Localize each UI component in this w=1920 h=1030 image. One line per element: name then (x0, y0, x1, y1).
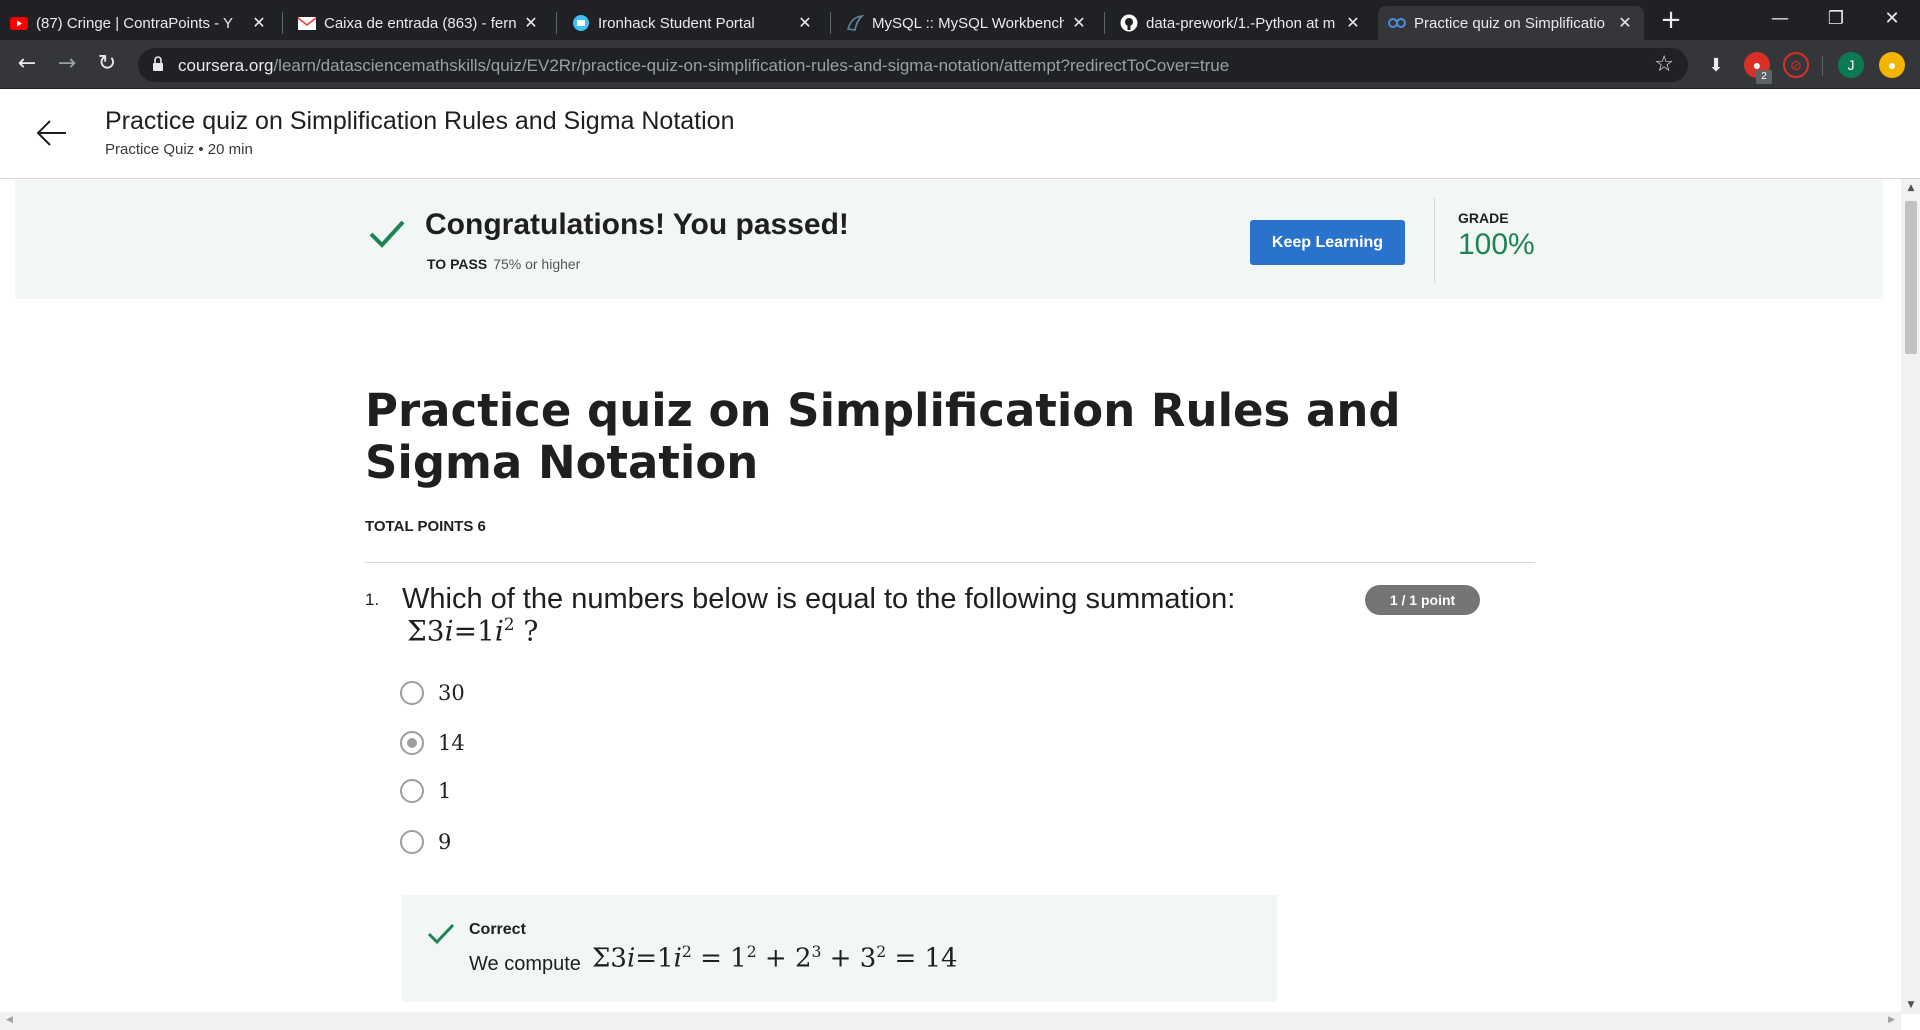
page-header: Practice quiz on Simplification Rules an… (0, 89, 1920, 179)
answer-option[interactable]: 9 (400, 827, 451, 857)
question-text: Which of the numbers below is equal to t… (402, 583, 1236, 615)
option-label: 1 (438, 779, 452, 803)
ironhack-icon (572, 15, 590, 31)
page-subtitle: Practice Quiz • 20 min (105, 141, 253, 158)
tab-title: Caixa de entrada (863) - ferna (324, 14, 516, 32)
browser-tab[interactable]: MySQL :: MySQL Workbench ✕ (836, 6, 1098, 40)
blocker-extension-icon[interactable]: ⊘ (1783, 52, 1809, 78)
close-tab-icon[interactable]: ✕ (796, 13, 814, 33)
tab-title: data-prework/1.-Python at m (1146, 14, 1336, 32)
download-icon[interactable]: ⬇ (1703, 52, 1729, 78)
radio-button[interactable] (400, 779, 424, 803)
close-window-icon[interactable]: ✕ (1864, 0, 1920, 40)
radio-button[interactable] (400, 830, 424, 854)
scroll-right-icon[interactable]: ▶ (1888, 1015, 1895, 1025)
address-bar[interactable]: coursera.org/learn/datasciencemathskills… (138, 48, 1688, 82)
horizontal-scrollbar[interactable]: ◀ ▶ (0, 1012, 1901, 1030)
back-icon[interactable]: ← (12, 50, 42, 80)
page-title: Practice quiz on Simplification Rules an… (105, 107, 735, 135)
total-points: TOTAL POINTS 6 (365, 518, 486, 535)
divider (365, 562, 1535, 563)
pass-threshold: TO PASS 75% or higher (427, 256, 581, 272)
github-icon (1120, 14, 1138, 32)
passed-banner: Congratulations! You passed! TO PASS 75% … (15, 180, 1883, 299)
divider (1434, 198, 1435, 283)
url-text: coursera.org/learn/datasciencemathskills… (178, 56, 1230, 75)
mysql-icon (846, 14, 864, 31)
tab-title: MySQL :: MySQL Workbench (872, 14, 1064, 32)
option-label: 30 (438, 681, 465, 705)
gmail-icon (298, 15, 316, 31)
grade-value: 100% (1458, 228, 1535, 261)
coursera-icon (1388, 15, 1406, 31)
answer-option[interactable]: 30 (400, 678, 465, 708)
back-arrow-icon[interactable] (34, 115, 70, 151)
grade-label: GRADE (1458, 210, 1509, 226)
scroll-left-icon[interactable]: ◀ (6, 1015, 13, 1025)
close-tab-icon[interactable]: ✕ (1616, 13, 1634, 33)
close-tab-icon[interactable]: ✕ (522, 13, 540, 33)
browser-tab[interactable]: (87) Cringe | ContraPoints - Y ✕ (0, 6, 278, 40)
minimize-icon[interactable]: — (1752, 0, 1808, 40)
answer-option[interactable]: 1 (400, 776, 451, 806)
checkmark-icon (367, 214, 407, 254)
tab-title: Ironhack Student Portal (598, 14, 755, 32)
profile-avatar[interactable]: J (1838, 52, 1864, 78)
new-tab-button[interactable]: + (1656, 6, 1686, 36)
scroll-up-icon[interactable]: ▲ (1906, 183, 1916, 193)
browser-tab-active[interactable]: Practice quiz on Simplificatio ✕ (1378, 6, 1644, 40)
close-tab-icon[interactable]: ✕ (250, 13, 268, 33)
vertical-scrollbar[interactable]: ▲ ▼ (1901, 179, 1920, 1014)
radio-button[interactable] (400, 681, 424, 705)
reload-icon[interactable]: ↻ (92, 50, 122, 80)
checkmark-icon (426, 919, 456, 949)
browser-tab[interactable]: Caixa de entrada (863) - ferna ✕ (288, 6, 550, 40)
radio-button-selected[interactable] (400, 731, 424, 755)
close-tab-icon[interactable]: ✕ (1070, 13, 1088, 33)
scrollbar-thumb[interactable] (1905, 201, 1917, 354)
close-tab-icon[interactable]: ✕ (1344, 13, 1362, 33)
option-label: 9 (438, 830, 452, 854)
quiz-title: Practice quiz on Simplification Rules an… (365, 384, 1401, 489)
answer-feedback: Correct We compute Σ3i=1i2 = 12 + 23 + 3… (402, 895, 1277, 1002)
browser-toolbar: ← → ↻ coursera.org/learn/datasciencemath… (0, 40, 1920, 89)
tab-title: (87) Cringe | ContraPoints - Y (36, 14, 234, 32)
question-number: 1. (365, 590, 380, 609)
lock-icon (152, 56, 164, 72)
browser-tab[interactable]: Ironhack Student Portal ✕ (562, 6, 824, 40)
browser-tab-strip: (87) Cringe | ContraPoints - Y ✕ Caixa d… (0, 0, 1920, 40)
question-formula: Σ3i=1i2 ? (407, 614, 539, 648)
feedback-formula: Σ3i=1i2 = 12 + 23 + 32 = 14 (592, 943, 958, 974)
points-badge: 1 / 1 point (1365, 585, 1480, 615)
scroll-down-icon[interactable]: ▼ (1906, 1000, 1916, 1010)
browser-tab[interactable]: data-prework/1.-Python at m ✕ (1110, 6, 1372, 40)
answer-option-selected[interactable]: 14 (400, 728, 465, 758)
option-label: 14 (438, 731, 465, 755)
tab-title: Practice quiz on Simplificatio (1414, 14, 1605, 32)
youtube-icon (10, 15, 28, 31)
extension-icon[interactable]: ● (1879, 52, 1905, 78)
extension-badge: 2 (1756, 70, 1772, 84)
pass-message: Congratulations! You passed! (425, 208, 849, 241)
keep-learning-button[interactable]: Keep Learning (1250, 220, 1405, 265)
forward-icon[interactable]: → (52, 50, 82, 80)
feedback-label: Correct (469, 921, 526, 938)
restore-icon[interactable]: ❐ (1808, 0, 1864, 40)
bookmark-star-icon[interactable]: ☆ (1654, 52, 1674, 77)
feedback-text: We compute (469, 953, 581, 975)
